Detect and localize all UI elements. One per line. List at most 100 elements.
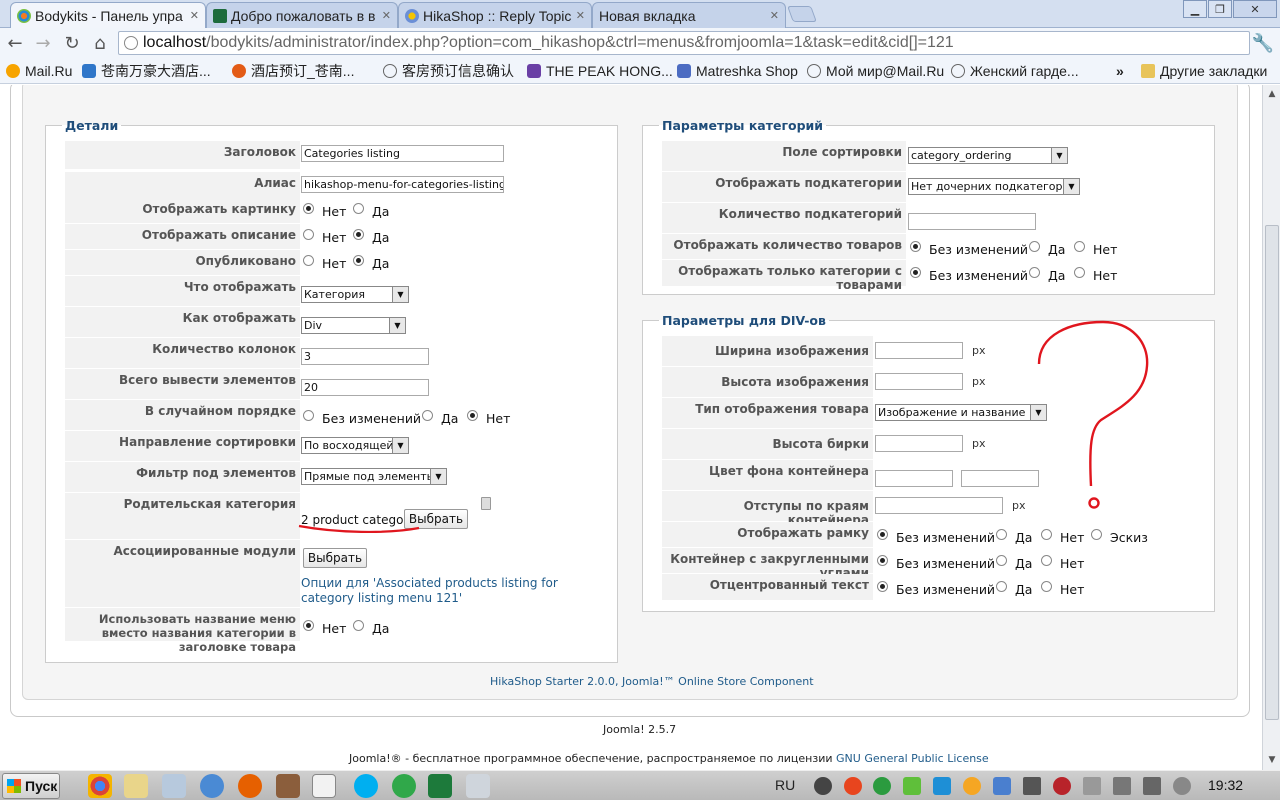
title-input[interactable]: Categories listing: [301, 145, 504, 162]
tag-height-input[interactable]: [875, 435, 963, 452]
home-icon[interactable]: ⌂: [89, 32, 111, 54]
show-image-no-radio[interactable]: [303, 203, 314, 214]
icq-taskbar-icon[interactable]: [392, 774, 416, 798]
gpl-link[interactable]: GNU General Public License: [836, 752, 989, 765]
volume-tray-icon[interactable]: [1173, 777, 1191, 795]
bookmark-matreshka[interactable]: Matreshka Shop: [677, 62, 798, 80]
random-no-radio[interactable]: [467, 410, 478, 421]
centered-yes-radio[interactable]: [996, 581, 1007, 592]
centered-nochange-radio[interactable]: [877, 581, 888, 592]
close-tab-icon[interactable]: ✕: [770, 9, 779, 22]
window-taskbar-icon[interactable]: [162, 774, 186, 798]
speedometer-tray-icon[interactable]: [814, 777, 832, 795]
show-desc-no-radio[interactable]: [303, 229, 314, 240]
use-menu-no-radio[interactable]: [303, 620, 314, 631]
close-tab-icon[interactable]: ✕: [190, 9, 199, 22]
total-input[interactable]: 20: [301, 379, 429, 396]
random-nochange-radio[interactable]: [303, 410, 314, 421]
rounded-no-radio[interactable]: [1041, 555, 1052, 566]
bookmark-peak[interactable]: THE PEAK HONG...: [527, 62, 673, 80]
published-no-radio[interactable]: [303, 255, 314, 266]
padding-input[interactable]: [875, 497, 1003, 514]
tab-new[interactable]: Новая вкладка ✕: [592, 2, 786, 28]
prodcount-nochange-radio[interactable]: [910, 241, 921, 252]
centered-no-radio[interactable]: [1041, 581, 1052, 592]
show-desc-yes-radio[interactable]: [353, 229, 364, 240]
bookmark-hotel-2[interactable]: 酒店预订_苍南...: [232, 62, 354, 80]
bookmarks-overflow-button[interactable]: »: [1116, 62, 1124, 80]
subcategories-select[interactable]: Нет дочерних подкатегорий ▼: [908, 178, 1080, 195]
associated-options-link[interactable]: Опции для 'Associated products listing f…: [301, 576, 601, 606]
subcount-input[interactable]: [908, 213, 1036, 230]
trash-icon[interactable]: [481, 497, 491, 510]
globe-taskbar-icon[interactable]: [200, 774, 224, 798]
back-icon[interactable]: ←: [4, 32, 26, 54]
maximize-button[interactable]: ❐: [1208, 0, 1232, 18]
other-bookmarks[interactable]: Другие закладки: [1141, 62, 1267, 80]
border-no-radio[interactable]: [1041, 529, 1052, 540]
border-yes-radio[interactable]: [996, 529, 1007, 540]
tab-welcome[interactable]: Добро пожаловать в в ✕: [206, 2, 398, 28]
device-tray-icon[interactable]: [1083, 777, 1101, 795]
random-yes-radio[interactable]: [422, 410, 433, 421]
address-bar[interactable]: localhost/bodykits/administrator/index.p…: [118, 31, 1250, 55]
modules-choose-button[interactable]: Выбрать: [303, 548, 367, 568]
close-tab-icon[interactable]: ✕: [576, 9, 585, 22]
new-tab-button[interactable]: [787, 6, 817, 22]
firefox-taskbar-icon[interactable]: [238, 774, 262, 798]
app-taskbar-icon[interactable]: [466, 774, 490, 798]
tab-bodykits[interactable]: Bodykits - Панель упра ✕: [10, 2, 206, 28]
prodcount-no-radio[interactable]: [1074, 241, 1085, 252]
only-nochange-radio[interactable]: [910, 267, 921, 278]
reload-icon[interactable]: ↻: [61, 32, 83, 54]
prodcount-yes-radio[interactable]: [1029, 241, 1040, 252]
scrollbar-thumb[interactable]: [1265, 225, 1279, 720]
only-no-radio[interactable]: [1074, 267, 1085, 278]
wrench-icon[interactable]: 🔧: [1252, 32, 1274, 54]
start-button[interactable]: Пуск: [2, 773, 60, 799]
only-yes-radio[interactable]: [1029, 267, 1040, 278]
bookmark-moy-mir[interactable]: Мой мир@Mail.Ru: [807, 62, 944, 80]
close-tab-icon[interactable]: ✕: [382, 9, 391, 22]
border-sketch-radio[interactable]: [1091, 529, 1102, 540]
what-select[interactable]: Категория ▼: [301, 286, 409, 303]
bookmark-room-confirm[interactable]: 客房预订信息确认: [383, 62, 514, 80]
img-height-input[interactable]: [875, 373, 963, 390]
folder-taskbar-icon[interactable]: [124, 774, 148, 798]
check-tray-icon[interactable]: [903, 777, 921, 795]
columns-input[interactable]: 3: [301, 348, 429, 365]
page-scrollbar[interactable]: ▲ ▼: [1262, 85, 1280, 770]
border-nochange-radio[interactable]: [877, 529, 888, 540]
skype-taskbar-icon[interactable]: [354, 774, 378, 798]
bookmark-mailru[interactable]: Mail.Ru: [6, 62, 72, 80]
scroll-up-icon[interactable]: ▲: [1264, 86, 1280, 102]
owl-tray-icon[interactable]: [873, 777, 891, 795]
excel-taskbar-icon[interactable]: [428, 774, 452, 798]
upload-tray-icon[interactable]: [963, 777, 981, 795]
network-tray-icon[interactable]: [993, 777, 1011, 795]
bookmark-hotel-1[interactable]: 苍南万豪大酒店...: [82, 62, 211, 80]
books-taskbar-icon[interactable]: [276, 774, 300, 798]
display-type-select[interactable]: Изображение и название ▼: [875, 404, 1047, 421]
rounded-yes-radio[interactable]: [996, 555, 1007, 566]
tool-tray-icon[interactable]: [1113, 777, 1131, 795]
alias-input[interactable]: hikashop-menu-for-categories-listing: [301, 176, 504, 193]
filter-select[interactable]: Прямые под элементы ▼: [301, 468, 447, 485]
computer-tray-icon[interactable]: [1143, 777, 1161, 795]
language-indicator[interactable]: RU: [775, 777, 795, 793]
sort-field-select[interactable]: category_ordering ▼: [908, 147, 1068, 164]
alert-tray-icon[interactable]: [844, 777, 862, 795]
how-select[interactable]: Div ▼: [301, 317, 406, 334]
bg-color-input[interactable]: [875, 470, 953, 487]
rounded-nochange-radio[interactable]: [877, 555, 888, 566]
antivirus-tray-icon[interactable]: [1053, 777, 1071, 795]
show-image-yes-radio[interactable]: [353, 203, 364, 214]
published-yes-radio[interactable]: [353, 255, 364, 266]
close-window-button[interactable]: ✕: [1233, 0, 1277, 18]
tab-hikashop-reply[interactable]: HikaShop :: Reply Topic ✕: [398, 2, 592, 28]
minimize-button[interactable]: ▁: [1183, 0, 1207, 18]
bookmark-women[interactable]: Женский гарде...: [951, 62, 1079, 80]
bg-color-input-2[interactable]: [961, 470, 1039, 487]
forward-icon[interactable]: →: [32, 32, 54, 54]
display-tray-icon[interactable]: [1023, 777, 1041, 795]
